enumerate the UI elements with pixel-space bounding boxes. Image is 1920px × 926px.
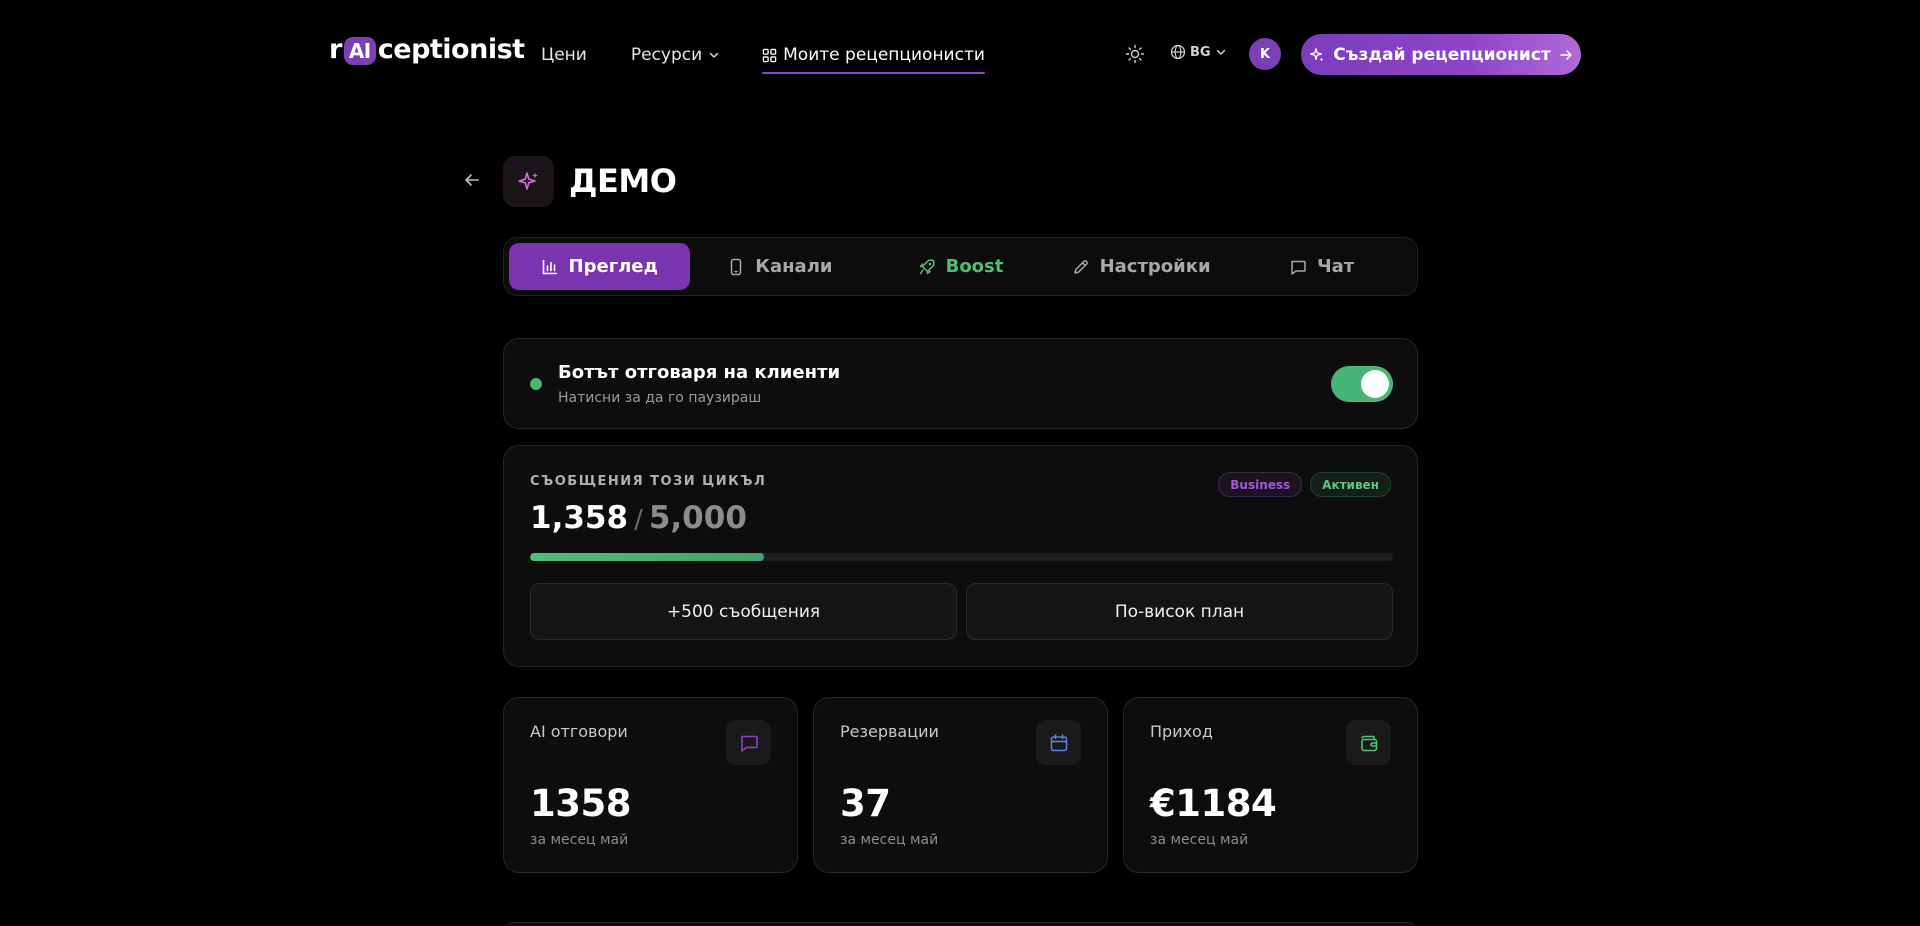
toggle-knob <box>1361 370 1389 398</box>
rocket-icon <box>919 258 935 274</box>
stat-card-revenue: Приход €1184 за месец май <box>1123 697 1418 873</box>
chat-bubble-icon <box>1291 260 1306 275</box>
status-dot <box>530 378 542 390</box>
stat-label: Приход <box>1150 722 1213 741</box>
create-receptionist-label: Създай рецепционист <box>1333 44 1551 65</box>
stat-icon-box <box>726 720 771 765</box>
nav-resources-dropdown[interactable]: Ресурси <box>631 40 720 70</box>
stat-value: 37 <box>840 782 891 825</box>
bar-chart-icon <box>542 259 557 274</box>
stat-value: €1184 <box>1150 782 1277 825</box>
nav-my-assistants-label: Моите рецепционисти <box>783 45 985 65</box>
tab-overview-label: Преглед <box>568 256 659 277</box>
stat-subtitle: за месец май <box>840 832 939 848</box>
logo-suffix: ceptionist <box>377 34 525 65</box>
nav-prices[interactable]: Цени <box>541 40 587 70</box>
tab-settings-label: Настройки <box>1099 256 1211 277</box>
logo[interactable]: r AI ceptionist <box>329 34 525 65</box>
language-label: BG <box>1190 44 1211 60</box>
assistant-avatar <box>503 156 554 207</box>
bot-status-title: Ботът отговаря на клиенти <box>558 362 841 383</box>
bot-toggle-switch[interactable] <box>1331 366 1393 402</box>
stat-subtitle: за месец май <box>1150 832 1249 848</box>
stat-icon-box <box>1036 720 1081 765</box>
tab-boost[interactable]: Boost <box>870 243 1051 290</box>
usage-separator: / <box>634 505 643 535</box>
globe-icon <box>1170 44 1186 60</box>
grid-icon <box>762 48 777 62</box>
usage-progress-fill <box>530 553 765 561</box>
wallet-icon <box>1360 735 1377 751</box>
tab-chat[interactable]: Чат <box>1231 243 1412 290</box>
nav-resources-label: Ресурси <box>630 45 703 65</box>
tab-channels-label: Канали <box>755 256 833 277</box>
add-messages-button[interactable]: +500 съобщения <box>530 583 957 640</box>
plan-badge: Business <box>1218 472 1303 497</box>
page-title: ДЕМО <box>569 162 677 200</box>
chevron-down-icon <box>1216 49 1225 55</box>
chat-bubble-icon <box>740 735 758 752</box>
logo-prefix: r <box>329 34 342 65</box>
chevron-down-icon <box>709 52 719 58</box>
bot-status-subtitle: Натисни за да го паузираш <box>558 390 762 406</box>
arrow-right-icon <box>1560 49 1572 60</box>
plan-badges: Business Активен <box>1218 472 1391 497</box>
smartphone-icon <box>731 258 742 275</box>
tab-settings[interactable]: Настройки <box>1051 243 1232 290</box>
tab-boost-label: Boost <box>945 256 1004 277</box>
tab-overview[interactable]: Преглед <box>509 243 690 290</box>
logo-ai-badge: AI <box>343 36 376 65</box>
nav-my-assistants[interactable]: Моите рецепционисти <box>762 40 985 74</box>
usage-used: 1,358 <box>530 500 629 536</box>
stat-card-ai-replies: AI отговори 1358 за месец май <box>503 697 798 873</box>
usage-label: СЪОБЩЕНИЯ ТОЗИ ЦИКЪЛ <box>530 474 767 489</box>
back-arrow-icon[interactable] <box>462 170 482 190</box>
section-tabs: Преглед Канали Boost Настройки Чат <box>503 237 1418 296</box>
stat-subtitle: за месец май <box>530 832 629 848</box>
stat-label: AI отговори <box>530 722 628 741</box>
message-usage-card: СЪОБЩЕНИЯ ТОЗИ ЦИКЪЛ 1,358 / 5,000 Busin… <box>503 445 1418 667</box>
top-header: r AI ceptionist Цени Ресурси Моите рецеп… <box>0 0 1920 108</box>
upgrade-plan-button[interactable]: По-висок план <box>966 583 1393 640</box>
calendar-icon <box>1050 733 1067 751</box>
language-selector[interactable]: BG <box>1170 44 1227 60</box>
usage-progress-bar <box>530 553 1393 561</box>
sparkles-icon <box>517 171 538 190</box>
main-nav: Цени Ресурси Моите рецепционисти <box>541 40 985 74</box>
stat-label: Резервации <box>840 722 939 741</box>
stat-icon-box <box>1346 720 1391 765</box>
tab-channels[interactable]: Канали <box>690 243 871 290</box>
tab-chat-label: Чат <box>1317 256 1355 277</box>
next-card-edge <box>503 922 1418 926</box>
sparkles-icon <box>1310 47 1324 61</box>
stat-value: 1358 <box>530 782 631 825</box>
sun-icon[interactable] <box>1125 44 1145 64</box>
bot-status-card[interactable]: Ботът отговаря на клиенти Натисни за да … <box>503 338 1418 429</box>
create-receptionist-button[interactable]: Създай рецепционист <box>1301 34 1581 75</box>
usage-limit: 5,000 <box>648 500 747 536</box>
nav-prices-label: Цени <box>541 45 587 65</box>
usage-count: 1,358 / 5,000 <box>530 500 747 536</box>
user-avatar[interactable]: K <box>1249 38 1281 70</box>
status-badge: Активен <box>1310 472 1391 497</box>
stat-card-reservations: Резервации 37 за месец май <box>813 697 1108 873</box>
pencil-icon <box>1073 259 1088 274</box>
